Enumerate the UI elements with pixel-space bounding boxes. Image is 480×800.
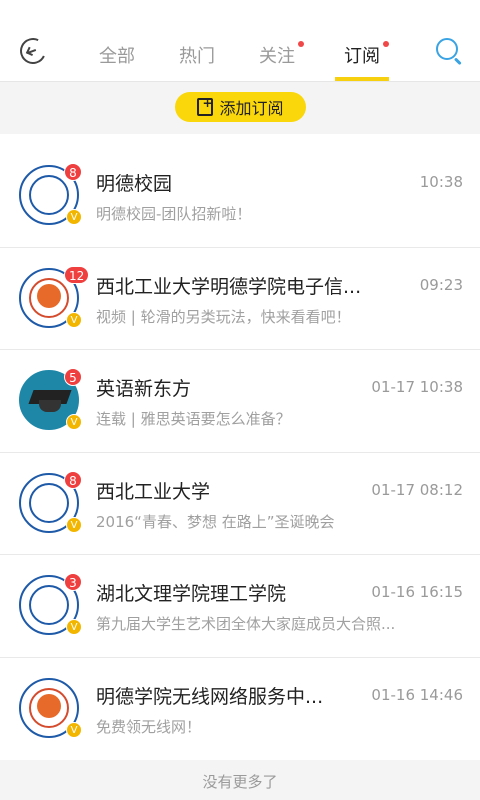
unread-badge: 8 [64, 163, 82, 181]
list-item[interactable]: 8 V 西北工业大学 01-17 08:12 2016“青春、梦想 在路上”圣诞… [0, 453, 480, 555]
notification-dot [383, 41, 389, 47]
list-item[interactable]: 3 V 湖北文理学院理工学院 01-16 16:15 第九届大学生艺术团全体大家… [0, 555, 480, 658]
item-time: 10:38 [419, 173, 463, 191]
tab-all[interactable]: 全部 [99, 42, 135, 68]
tab-subscribe-label: 订阅 [344, 46, 380, 67]
item-title: 明德校园 [96, 173, 173, 195]
unread-badge: 12 [64, 265, 90, 284]
item-title: 西北工业大学明德学院电子信... [96, 275, 362, 298]
subscription-list: 8 V 明德校园 10:38 明德校园-团队招新啦！ 12 V 西北工业大学明德… [0, 145, 480, 760]
item-time: 01-17 08:12 [371, 480, 463, 499]
item-subtitle: 连载 | 雅思英语要怎么准备？ [96, 410, 291, 428]
notification-dot [298, 41, 304, 47]
tab-hot[interactable]: 热门 [179, 42, 215, 68]
verified-icon: V [66, 721, 82, 738]
item-title: 西北工业大学 [96, 480, 211, 503]
item-subtitle: 免费领无线网！ [96, 717, 202, 736]
item-subtitle: 2016“青春、梦想 在路上”圣诞晚会 [96, 512, 335, 531]
item-subtitle: 明德校园-团队招新啦！ [96, 205, 252, 223]
add-subscription-label: 添加订阅 [219, 99, 284, 118]
list-item[interactable]: 5 V 英语新东方 01-17 10:38 连载 | 雅思英语要怎么准备？ [0, 350, 480, 453]
item-title: 湖北文理学院理工学院 [96, 583, 287, 605]
item-subtitle: 第九届大学生艺术团全体大家庭成员大合照... [96, 615, 396, 633]
verified-icon: V [66, 516, 82, 533]
item-title: 明德学院无线网络服务中... [96, 685, 324, 708]
top-bar: 全部 热门 关注 订阅 [0, 0, 480, 82]
item-time: 01-17 10:38 [371, 378, 463, 396]
item-time: 09:23 [419, 275, 463, 294]
search-icon[interactable] [436, 38, 462, 66]
list-item[interactable]: 12 V 西北工业大学明德学院电子信... 09:23 视频 | 轮滑的另类玩法… [0, 248, 480, 350]
tab-subscribe[interactable]: 订阅 [344, 41, 389, 68]
verified-icon: V [66, 209, 82, 225]
item-subtitle: 视频 | 轮滑的另类玩法，快来看看吧！ [96, 307, 351, 326]
unread-badge: 5 [64, 368, 82, 386]
tab-follow-label: 关注 [259, 46, 295, 67]
list-item[interactable]: 8 V 明德校园 10:38 明德校园-团队招新啦！ [0, 145, 480, 248]
unread-badge: 3 [64, 573, 82, 591]
item-time: 01-16 14:46 [371, 685, 463, 704]
verified-icon: V [66, 311, 82, 328]
bookmark-add-icon [197, 96, 214, 116]
list-item[interactable]: V 明德学院无线网络服务中... 01-16 14:46 免费领无线网！ [0, 658, 480, 761]
verified-icon: V [66, 414, 82, 430]
item-title: 英语新东方 [96, 378, 192, 400]
add-subscription-bar: 添加订阅 [0, 82, 480, 134]
back-icon[interactable] [16, 34, 50, 68]
unread-badge: 8 [64, 470, 82, 489]
active-tab-indicator [335, 77, 389, 81]
no-more-footer: 没有更多了 [0, 760, 480, 800]
verified-icon: V [66, 619, 82, 635]
tab-follow[interactable]: 关注 [259, 41, 304, 68]
add-subscription-button[interactable]: 添加订阅 [175, 92, 306, 122]
item-time: 01-16 16:15 [371, 583, 463, 601]
